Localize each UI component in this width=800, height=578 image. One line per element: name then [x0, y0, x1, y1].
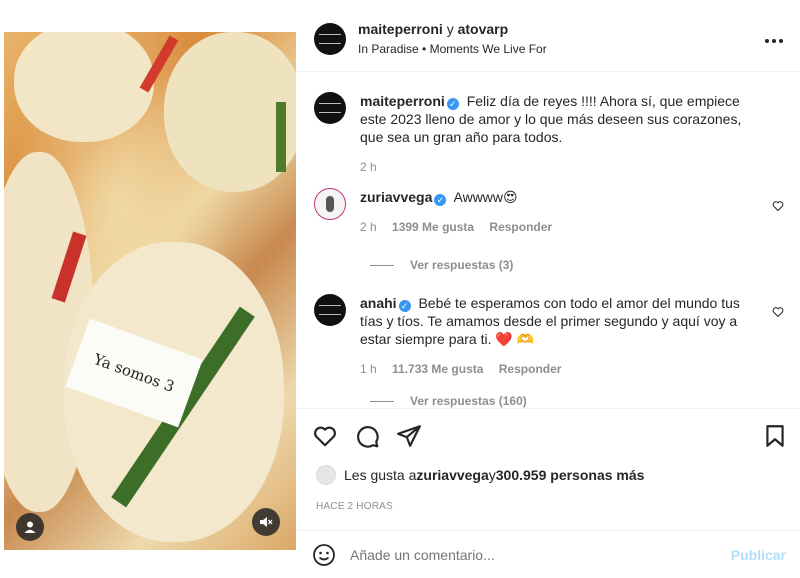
- comment-item: anahi ✓ Bebé te esperamos con todo el amo…: [314, 294, 784, 378]
- view-replies-button[interactable]: Ver respuestas (160): [370, 394, 527, 408]
- post-media-panel: Ya somos 3: [0, 0, 298, 578]
- user-icon: [24, 521, 36, 533]
- verified-icon: ✓: [434, 194, 447, 206]
- comment-time[interactable]: 2 h: [360, 220, 377, 234]
- comment-time[interactable]: 1 h: [360, 362, 377, 376]
- heart-icon[interactable]: [312, 423, 338, 449]
- like-comment-heart-icon[interactable]: [772, 306, 784, 318]
- caption-time[interactable]: 2 h: [360, 160, 377, 174]
- comments-list[interactable]: maiteperroni ✓ Feliz día de reyes !!!! Ah…: [298, 78, 800, 408]
- comment-likes[interactable]: 11.733 Me gusta: [392, 362, 483, 376]
- view-replies-button[interactable]: Ver respuestas (3): [370, 258, 513, 272]
- more-options-button[interactable]: [764, 27, 784, 50]
- caption-username[interactable]: maiteperroni: [360, 93, 445, 109]
- verified-icon: ✓: [398, 300, 411, 312]
- emoji-icon[interactable]: [312, 543, 336, 567]
- comment-item: zuriavvega ✓ Awwww😍 2 h 1399 Me gusta Res…: [314, 188, 784, 236]
- post-details-panel: maiteperroni y atovarp In Paradise • Mom…: [298, 0, 800, 578]
- comment-icon[interactable]: [354, 423, 380, 449]
- add-comment-bar: Publicar: [298, 530, 800, 578]
- location-link[interactable]: In Paradise • Moments We Live For: [358, 41, 547, 57]
- paper-note-text: Ya somos 3: [91, 350, 177, 396]
- likes-count[interactable]: 300.959 personas más: [496, 467, 645, 483]
- likes-middle: y: [488, 467, 496, 483]
- bookmark-icon[interactable]: [762, 423, 788, 449]
- post-actions: Les gusta a zuriavvega y 300.959 persona…: [298, 408, 800, 530]
- comment-input[interactable]: [350, 546, 731, 563]
- likes-summary[interactable]: Les gusta a zuriavvega y 300.959 persona…: [316, 465, 644, 485]
- mute-button[interactable]: [252, 508, 280, 536]
- avatar[interactable]: [314, 92, 346, 124]
- speaker-muted-icon: [260, 517, 273, 527]
- header-username-2[interactable]: atovarp: [458, 21, 509, 37]
- comment-text: Bebé te esperamos con todo el amor del m…: [360, 295, 740, 347]
- verified-icon: ✓: [446, 98, 459, 110]
- tagged-users-button[interactable]: [16, 513, 44, 541]
- header-username-1[interactable]: maiteperroni: [358, 21, 443, 37]
- likes-prefix: Les gusta a: [344, 467, 417, 483]
- comment-text: Awwww😍: [453, 189, 518, 205]
- avatar[interactable]: [314, 22, 346, 55]
- more-horizontal-icon: [765, 39, 783, 43]
- header-joiner: y: [442, 20, 458, 37]
- share-icon[interactable]: [396, 423, 422, 449]
- comment-username[interactable]: anahi: [360, 295, 397, 311]
- reply-button[interactable]: Responder: [499, 362, 562, 376]
- reply-button[interactable]: Responder: [489, 220, 552, 234]
- caption: maiteperroni ✓ Feliz día de reyes !!!! Ah…: [314, 92, 784, 176]
- likes-user[interactable]: zuriavvega: [416, 467, 488, 483]
- publish-button[interactable]: Publicar: [731, 547, 786, 563]
- post-photo: Ya somos 3: [4, 32, 296, 550]
- comment-username[interactable]: zuriavvega: [360, 189, 432, 205]
- avatar[interactable]: [316, 465, 336, 485]
- view-replies-label: Ver respuestas (3): [410, 258, 514, 272]
- like-comment-heart-icon[interactable]: [772, 200, 784, 212]
- view-replies-label: Ver respuestas (160): [410, 394, 527, 408]
- avatar[interactable]: [314, 294, 346, 326]
- post-timestamp[interactable]: HACE 2 HORAS: [316, 501, 393, 512]
- media-bottom-bar: [0, 550, 298, 578]
- post-header: maiteperroni y atovarp In Paradise • Mom…: [298, 6, 800, 72]
- comment-likes[interactable]: 1399 Me gusta: [392, 220, 474, 234]
- avatar[interactable]: [314, 188, 346, 220]
